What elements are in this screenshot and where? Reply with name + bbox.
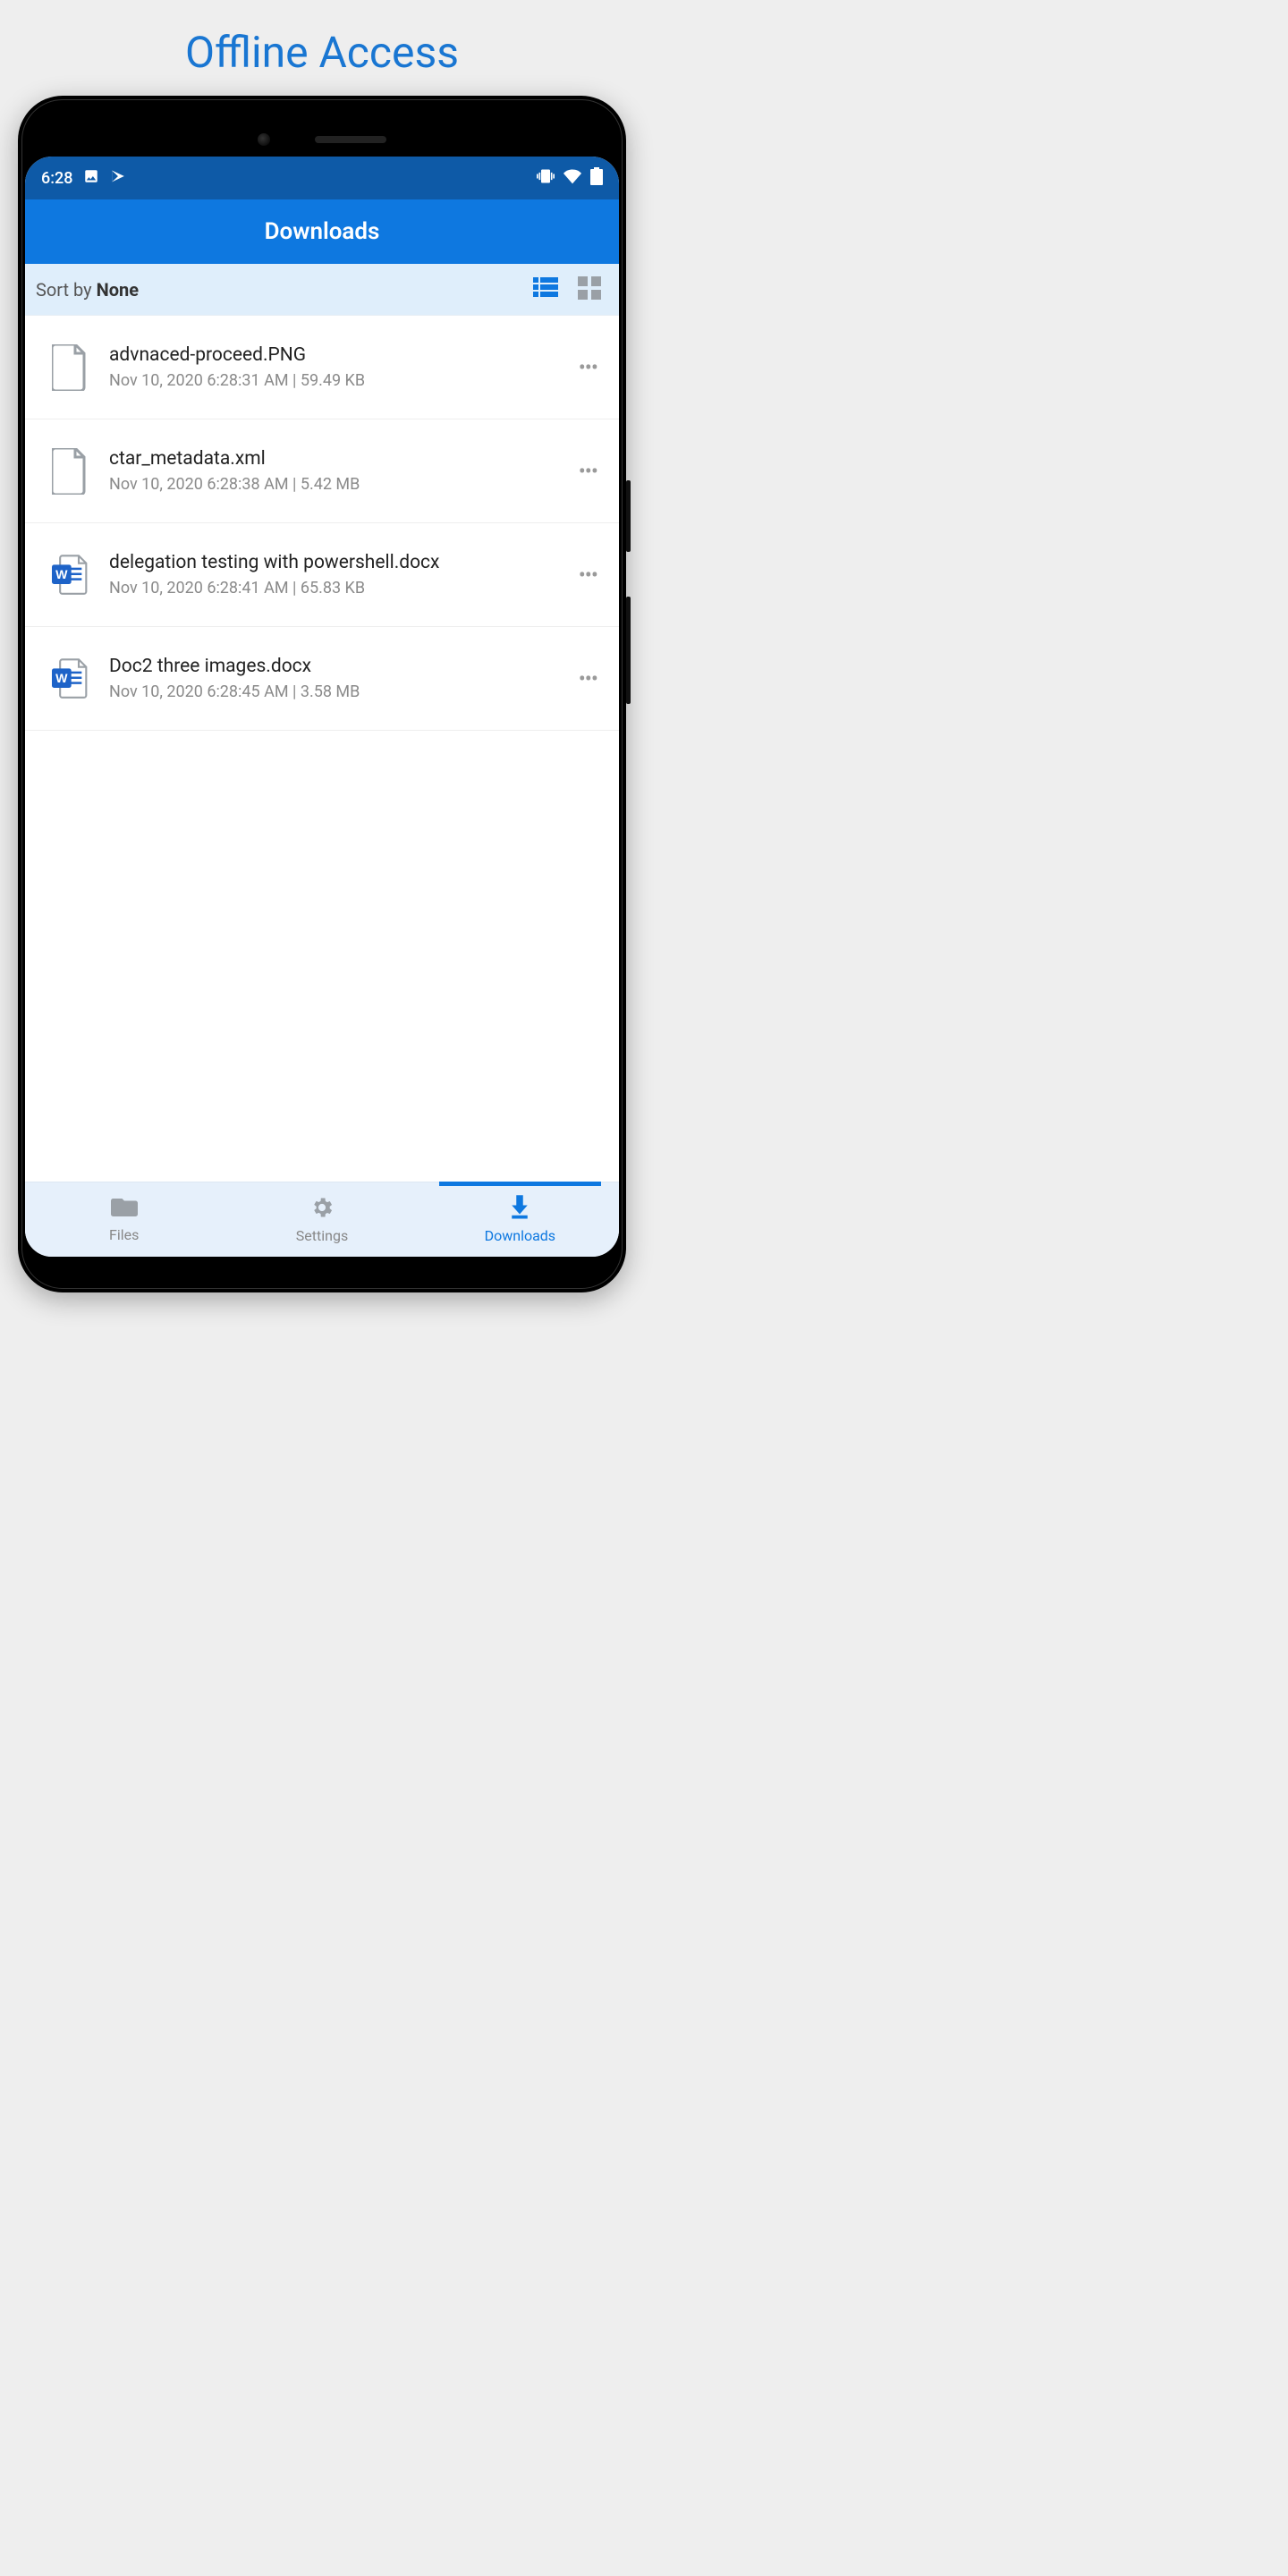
play-icon [110, 168, 126, 189]
file-name: Doc2 three images.docx [109, 656, 554, 677]
file-icon [47, 448, 93, 495]
word-file-icon: W [47, 656, 93, 702]
file-meta: Nov 10, 2020 6:28:41 AM | 65.83 KB [109, 579, 554, 597]
nav-label: Files [109, 1226, 139, 1243]
nav-downloads[interactable]: Downloads [421, 1182, 619, 1257]
phone-side-button [626, 480, 631, 552]
file-text: ctar_metadata.xml Nov 10, 2020 6:28:38 AM… [109, 448, 554, 494]
download-icon [506, 1195, 533, 1224]
phone-camera-icon [258, 133, 270, 146]
battery-icon [590, 167, 603, 190]
file-list: advnaced-proceed.PNG Nov 10, 2020 6:28:31… [25, 316, 619, 1182]
file-meta: Nov 10, 2020 6:28:45 AM | 3.58 MB [109, 682, 554, 701]
folder-icon [111, 1196, 138, 1223]
sort-value: None [97, 279, 139, 301]
phone-side-button [626, 597, 631, 704]
file-name: delegation testing with powershell.docx [109, 552, 554, 573]
svg-text:W: W [55, 568, 68, 582]
more-icon[interactable]: ••• [570, 346, 606, 389]
more-icon[interactable]: ••• [570, 554, 606, 597]
file-row[interactable]: Wdelegation testing with powershell.docx… [25, 523, 619, 627]
word-file-icon: W [47, 552, 93, 598]
nav-label: Downloads [485, 1227, 555, 1244]
nav-label: Settings [296, 1227, 348, 1244]
vibrate-icon [537, 167, 555, 190]
status-time: 6:28 [41, 169, 72, 188]
app-bar-title: Downloads [265, 218, 380, 245]
grid-view-icon[interactable] [578, 276, 601, 303]
gear-icon [309, 1195, 335, 1224]
file-text: advnaced-proceed.PNG Nov 10, 2020 6:28:31… [109, 344, 554, 390]
more-icon[interactable]: ••• [570, 657, 606, 700]
list-view-icon[interactable] [533, 276, 558, 303]
sort-bar: Sort by None [25, 264, 619, 316]
phone-speaker-icon [315, 136, 386, 143]
wifi-icon [564, 167, 581, 190]
bottom-nav: Files Settings Downloads [25, 1182, 619, 1257]
phone-frame: 6:28 Downloa [18, 96, 626, 1292]
app-bar: Downloads [25, 199, 619, 264]
nav-files[interactable]: Files [25, 1182, 223, 1257]
file-text: Doc2 three images.docx Nov 10, 2020 6:28:… [109, 656, 554, 701]
file-text: delegation testing with powershell.docx N… [109, 552, 554, 597]
phone-screen: 6:28 Downloa [25, 157, 619, 1257]
file-row[interactable]: advnaced-proceed.PNG Nov 10, 2020 6:28:31… [25, 316, 619, 419]
file-row[interactable]: W Doc2 three images.docx Nov 10, 2020 6:28… [25, 627, 619, 731]
file-meta: Nov 10, 2020 6:28:38 AM | 5.42 MB [109, 475, 554, 494]
nav-settings[interactable]: Settings [223, 1182, 420, 1257]
file-name: ctar_metadata.xml [109, 448, 554, 470]
promo-title: Offline Access [0, 0, 644, 96]
file-meta: Nov 10, 2020 6:28:31 AM | 59.49 KB [109, 371, 554, 390]
status-bar: 6:28 [25, 157, 619, 199]
file-name: advnaced-proceed.PNG [109, 344, 554, 366]
phone-notch [25, 123, 619, 157]
file-icon [47, 344, 93, 391]
sort-by-button[interactable]: Sort by None [36, 279, 139, 301]
file-row[interactable]: ctar_metadata.xml Nov 10, 2020 6:28:38 AM… [25, 419, 619, 523]
sort-prefix: Sort by [36, 279, 97, 301]
photo-icon [83, 168, 99, 189]
more-icon[interactable]: ••• [570, 450, 606, 493]
svg-text:W: W [55, 672, 68, 686]
